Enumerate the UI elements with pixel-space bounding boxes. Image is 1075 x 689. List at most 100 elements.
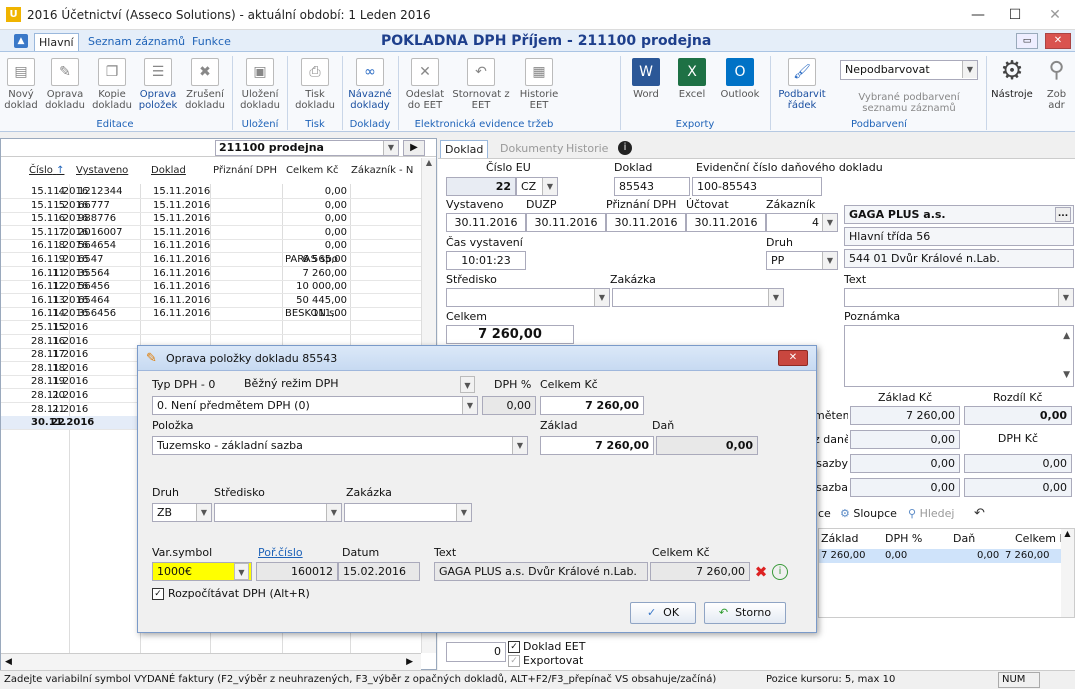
celkem-field[interactable]: 7 260,00 xyxy=(540,396,644,415)
columns-button[interactable]: ⚙ Sloupce xyxy=(840,503,897,525)
column-celkem[interactable]: Celkem Kč xyxy=(286,158,338,184)
exportovat-checkbox[interactable]: ✓ xyxy=(508,655,520,667)
table-cell: 28.11.2016 xyxy=(31,390,89,401)
column-priznani[interactable]: Přiznání DPH xyxy=(213,158,277,184)
word-export-button[interactable]: W Word xyxy=(626,56,666,116)
tab-historie[interactable]: Historie xyxy=(562,140,612,158)
list-hscrollbar[interactable]: ◀ ▶ xyxy=(1,653,421,670)
polozka-select[interactable]: Tuzemsko - základní sazba ▼ xyxy=(152,436,528,455)
undo-icon[interactable]: ↶ xyxy=(974,503,985,525)
eet-history-button[interactable]: ▦ Historie EET xyxy=(512,56,566,116)
druh-select[interactable]: ZB ▼ xyxy=(152,503,212,522)
dialog-close-button[interactable]: ✕ xyxy=(778,350,808,366)
table-row[interactable]: 9 16.11.2016 6547 16.11.2016 6 565,00 PARAS s… xyxy=(1,253,421,267)
zakaznik-field[interactable]: 4 ▼ xyxy=(766,213,838,232)
table-row[interactable]: 13 16.11.2016 65464 16.11.2016 50 445,00 xyxy=(1,294,421,308)
info-icon[interactable]: i xyxy=(618,141,632,155)
edit-items-button[interactable]: ☰ Oprava položek xyxy=(136,56,180,116)
doklad-eet-checkbox[interactable]: ✓ xyxy=(508,641,520,653)
copy-doc-button[interactable]: ❐ Kopie dokladu xyxy=(90,56,134,116)
print-doc-button[interactable]: ⎙ Tisk dokladu xyxy=(291,56,339,116)
quick-access-icon[interactable]: ▲ xyxy=(14,34,28,48)
table-row[interactable]: 4 15.11.2016 1212344 15.11.2016 0,00 xyxy=(1,185,421,199)
vystaveno-field[interactable]: 30.11.2016 xyxy=(446,213,526,232)
table-row[interactable]: 12 16.11.2016 56456 16.11.2016 10 000,00 xyxy=(1,280,421,295)
zakazka-select[interactable]: ▼ xyxy=(612,288,784,307)
eet-storno-button[interactable]: ↶ Stornovat z EET xyxy=(452,56,510,116)
cancel-doc-button[interactable]: ✖ Zrušení dokladu xyxy=(182,56,228,116)
evidencni-field[interactable]: 100-85543 xyxy=(692,177,822,196)
restore-doc-button[interactable]: ▭ xyxy=(1016,33,1038,49)
tools-button[interactable]: ⚙ Nástroje xyxy=(990,56,1034,116)
duzp-field[interactable]: 30.11.2016 xyxy=(526,213,606,232)
priznani-field[interactable]: 30.11.2016 xyxy=(606,213,686,232)
zakazka-select[interactable]: ▼ xyxy=(344,503,472,522)
close-doc-button[interactable]: ✕ xyxy=(1045,33,1071,49)
scroll-down-icon: ▼ xyxy=(1063,370,1070,380)
items-scrollbar[interactable]: ▲ xyxy=(1061,529,1074,617)
text-select[interactable]: ▼ xyxy=(844,288,1074,307)
group-exporty: Exporty xyxy=(675,119,715,130)
show-address-button[interactable]: ⚲ Zob adr xyxy=(1038,56,1075,116)
table-cell: 50 445,00 xyxy=(296,294,347,306)
outlook-export-button[interactable]: O Outlook xyxy=(716,56,764,116)
table-row[interactable]: 7 15.11.2016 2016007 15.11.2016 0,00 xyxy=(1,226,421,240)
save-doc-button[interactable]: ▣ Uložení dokladu xyxy=(236,56,284,116)
doklad-field[interactable]: 85543 xyxy=(614,177,690,196)
cislo-eu-field[interactable]: 22 xyxy=(446,177,516,196)
column-cislo[interactable]: Číslo ↑ xyxy=(29,158,64,184)
chevron-down-icon[interactable]: ▼ xyxy=(234,563,249,580)
ok-button[interactable]: ✓ OK xyxy=(630,602,696,624)
por-cislo-link[interactable]: Poř.číslo xyxy=(258,546,303,559)
table-row[interactable]: 6 15.11.2016 988776 15.11.2016 0,00 xyxy=(1,212,421,227)
word-icon: W xyxy=(632,58,660,86)
uctovat-field[interactable]: 30.11.2016 xyxy=(686,213,766,232)
table-cell: 15.11.2016 xyxy=(153,213,211,225)
stredisko-select[interactable]: ▼ xyxy=(446,288,610,307)
tab-seznam-zaznamu[interactable]: Seznam záznamů xyxy=(84,33,189,51)
tab-hlavni[interactable]: Hlavní xyxy=(34,33,79,51)
group-separator xyxy=(342,56,343,130)
storno-button[interactable]: ↶ Storno xyxy=(704,602,786,624)
column-doklad[interactable]: Doklad xyxy=(151,158,186,184)
minimize-button[interactable]: — xyxy=(968,5,988,25)
tab-dokumenty[interactable]: Dokumenty xyxy=(496,140,567,158)
stredisko-select[interactable]: ▼ xyxy=(214,503,342,522)
tab-funkce[interactable]: Funkce xyxy=(188,33,235,51)
table-row[interactable]: 5 15.11.2016 66777 15.11.2016 0,00 xyxy=(1,199,421,213)
highlight-row-button[interactable]: 🖌 Podbarvit řádek xyxy=(774,56,830,116)
column-vystaveno[interactable]: Vystaveno xyxy=(76,158,128,184)
country-select[interactable]: CZ ▼ xyxy=(516,177,558,196)
edit-doc-button[interactable]: ✎ Oprava dokladu xyxy=(42,56,88,116)
rozpocitavat-checkbox[interactable]: ✓ xyxy=(152,588,164,600)
items-row[interactable]: 7 260,00 0,00 0,00 7 260,00 xyxy=(819,549,1062,563)
cislo-eu-label: Číslo EU xyxy=(486,161,531,174)
typ-dph-select[interactable]: 0. Není předmětem DPH (0) ▼ xyxy=(152,396,478,415)
close-button[interactable]: ✕ xyxy=(1045,5,1065,25)
group-ulozeni: Uložení xyxy=(241,119,279,130)
eet-send-button[interactable]: ✕ Odeslat do EET xyxy=(402,56,448,116)
register-select[interactable]: 211100 prodejna ▼ xyxy=(215,140,399,156)
excel-export-button[interactable]: X Excel xyxy=(672,56,712,116)
more-button[interactable]: ... xyxy=(1055,207,1071,222)
search-button[interactable]: ⚲ Hledej xyxy=(908,503,954,525)
maximize-button[interactable]: ☐ xyxy=(1005,5,1025,25)
zaklad-field[interactable]: 7 260,00 xyxy=(540,436,654,455)
delete-icon[interactable]: ✖ xyxy=(752,563,770,581)
linked-docs-button[interactable]: ∞ Návazné doklady xyxy=(346,56,394,116)
info-icon[interactable]: i xyxy=(772,564,788,580)
play-icon[interactable]: ▶ xyxy=(403,140,425,156)
new-doc-button[interactable]: ▤ Nový doklad xyxy=(2,56,40,116)
table-row[interactable]: 14 16.11.2016 356456 16.11.2016 111,00 BESKON… xyxy=(1,307,421,322)
druh-select[interactable]: PP ▼ xyxy=(766,251,838,270)
cas-field[interactable]: 10:01:23 xyxy=(446,251,526,270)
table-row[interactable]: 8 16.11.2016 564654 16.11.2016 0,00 xyxy=(1,239,421,254)
color-select[interactable]: Nepodbarvovat ▼ xyxy=(840,60,978,80)
column-zakaznik[interactable]: Zákazník - N xyxy=(351,158,421,184)
table-row[interactable]: 15 25.11.2016 xyxy=(1,321,421,335)
table-cell: 15.11.2016 xyxy=(153,226,211,238)
tab-doklad[interactable]: Doklad xyxy=(440,140,489,158)
table-row[interactable]: 11 16.11.2016 35564 16.11.2016 7 260,00 xyxy=(1,267,421,281)
chevron-down-icon[interactable]: ▼ xyxy=(460,376,475,393)
poznamka-field[interactable]: ▲ ▼ xyxy=(844,325,1074,387)
